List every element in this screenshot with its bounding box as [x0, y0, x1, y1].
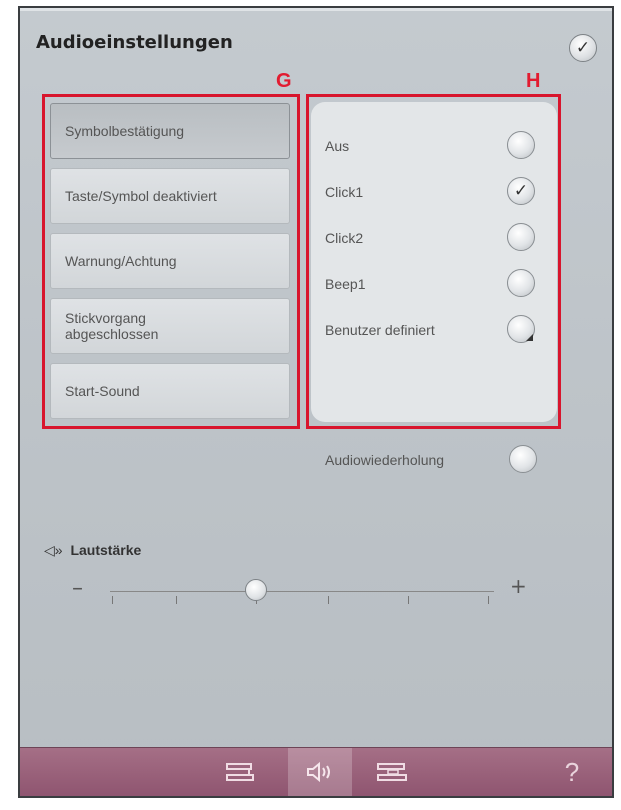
slider-tick — [112, 596, 113, 604]
volume-label: Lautstärke — [70, 542, 142, 558]
radio-aus[interactable] — [507, 131, 535, 159]
option-label-benutzer-definiert: Benutzer definiert — [325, 322, 435, 338]
volume-minus[interactable]: – — [72, 576, 83, 601]
checkmark-icon: ✓ — [513, 181, 529, 201]
audiowiederholung-toggle[interactable] — [509, 445, 537, 473]
annotation-box-g — [42, 94, 300, 429]
radio-benutzer-definiert[interactable] — [507, 315, 535, 343]
annotation-g: G — [276, 70, 292, 92]
bottom-toolbar: ? — [20, 747, 612, 796]
settings-window: Audioeinstellungen ✓ G H I Symbolbestäti… — [18, 6, 614, 798]
confirm-button[interactable]: ✓ — [569, 34, 597, 62]
help-icon[interactable]: ? — [556, 756, 588, 788]
page-title: Audioeinstellungen — [36, 32, 233, 53]
option-label-click1: Click1 — [325, 184, 364, 200]
radio-click1[interactable]: ✓ — [507, 177, 535, 205]
volume-plus[interactable]: + — [510, 574, 527, 598]
radio-click2[interactable] — [507, 223, 535, 251]
volume-heading: ◁» Lautstärke — [44, 542, 141, 559]
radio-beep1[interactable] — [507, 269, 535, 297]
top-edge — [20, 8, 612, 11]
checkmark-icon: ✓ — [575, 38, 591, 58]
slider-tick — [176, 596, 177, 604]
annotation-h: H — [526, 70, 541, 92]
option-label-click2: Click2 — [325, 230, 364, 246]
slider-tick — [488, 596, 489, 604]
audio-settings-icon[interactable] — [304, 756, 336, 788]
embroidery-machine-icon[interactable] — [376, 756, 408, 788]
volume-slider-knob[interactable] — [244, 579, 267, 601]
sewing-machine-icon[interactable] — [224, 756, 256, 788]
option-label-beep1: Beep1 — [325, 276, 366, 292]
corner-arrow-icon — [526, 334, 533, 341]
slider-tick — [408, 596, 409, 604]
slider-tick — [328, 596, 329, 604]
audiowiederholung-label: Audiowiederholung — [325, 452, 445, 468]
volume-slider-track[interactable] — [110, 591, 494, 592]
speaker-icon: ◁» — [44, 542, 63, 558]
option-label-aus: Aus — [325, 138, 350, 154]
